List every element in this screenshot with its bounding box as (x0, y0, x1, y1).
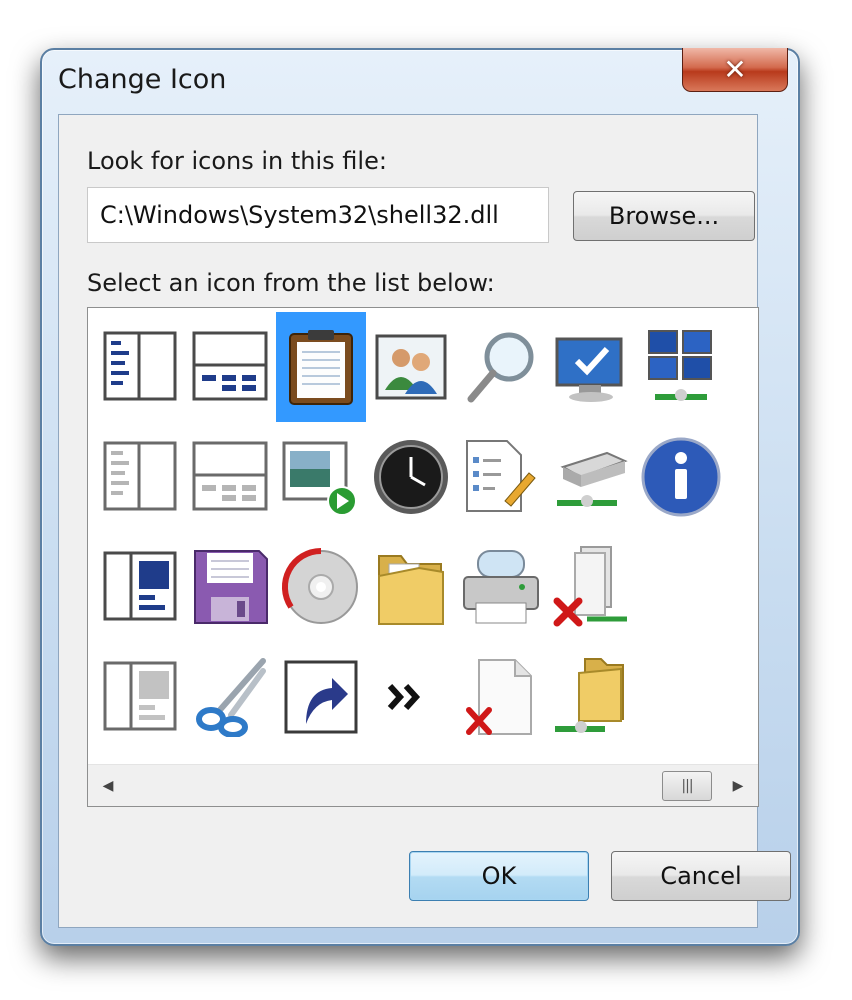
icon-cell[interactable] (186, 312, 276, 422)
computer-check-icon (555, 337, 623, 402)
clock-icon (374, 440, 448, 514)
window-title: Change Icon (58, 64, 227, 95)
change-icon-dialog: Change Icon ✕ Look for icons in this fil… (40, 48, 800, 946)
panel-right-gray-icon (103, 661, 177, 731)
icon-cell[interactable] (276, 642, 366, 752)
icon-cell[interactable] (96, 532, 186, 642)
icon-cell[interactable] (96, 312, 186, 422)
icon-cell[interactable] (366, 532, 456, 642)
panel-left-gray-icon (103, 441, 177, 511)
shortcut-arrow-icon (284, 660, 358, 734)
cd-icon (281, 547, 358, 624)
panel-left-icon (103, 331, 177, 401)
close-button[interactable]: ✕ (682, 48, 788, 92)
icon-cell-selected[interactable] (276, 312, 366, 422)
network-folder-icon (555, 658, 624, 733)
scrollbar-thumb[interactable]: ||| (662, 771, 712, 801)
list-label: Select an icon from the list below: (87, 269, 495, 297)
clipboard-icon (289, 330, 353, 405)
magnifier-icon (467, 332, 534, 403)
icon-cell[interactable] (186, 532, 276, 642)
icon-list[interactable]: ◀ ||| ▶ (87, 307, 759, 807)
icon-cell[interactable] (456, 532, 546, 642)
browse-button[interactable]: Browse... (573, 191, 755, 241)
media-play-icon (282, 441, 357, 516)
cancel-button[interactable]: Cancel (611, 851, 791, 901)
info-icon (641, 437, 721, 517)
icon-cell[interactable] (546, 312, 636, 422)
floppy-disk-icon (194, 550, 268, 624)
icon-cell[interactable] (546, 422, 636, 532)
icon-cell[interactable] (186, 642, 276, 752)
icon-cell-empty (636, 532, 726, 642)
icon-cell[interactable] (546, 642, 636, 752)
icon-cell[interactable] (636, 312, 726, 422)
file-label: Look for icons in this file: (87, 147, 387, 175)
close-icon: ✕ (723, 53, 747, 86)
scroll-right-button[interactable]: ▶ (718, 765, 758, 806)
horizontal-scrollbar[interactable]: ◀ ||| ▶ (88, 764, 758, 806)
users-icon (375, 334, 447, 400)
printer-icon (463, 550, 539, 624)
icon-cell[interactable] (186, 422, 276, 532)
folder-open-icon (378, 555, 444, 625)
ok-button[interactable]: OK (409, 851, 589, 901)
icon-cell-empty (636, 642, 726, 752)
icon-cell[interactable] (456, 642, 546, 752)
icon-cell[interactable] (276, 422, 366, 532)
icon-cell[interactable] (456, 312, 546, 422)
icon-cell[interactable] (636, 422, 726, 532)
dialog-client-area: Look for icons in this file: Browse... S… (58, 114, 791, 928)
arrow-right-icon: ▶ (732, 777, 744, 794)
panel-bottom-icon (192, 331, 268, 401)
icon-cell[interactable] (366, 422, 456, 532)
file-path-input[interactable] (87, 187, 549, 243)
chevron-right-icon (387, 683, 421, 711)
arrow-left-icon: ◀ (102, 777, 114, 794)
scroll-left-button[interactable]: ◀ (88, 765, 128, 806)
icon-cell[interactable] (366, 642, 456, 752)
icon-grid (96, 312, 736, 752)
scissors-icon (196, 658, 266, 737)
icon-cell[interactable] (276, 532, 366, 642)
icon-cell[interactable] (96, 642, 186, 752)
icon-cell[interactable] (96, 422, 186, 532)
grip-icon: ||| (681, 778, 693, 794)
icon-cell[interactable] (456, 422, 546, 532)
deleted-document-icon (466, 659, 532, 735)
panel-bottom-gray-icon (192, 441, 268, 511)
icon-cell[interactable] (546, 532, 636, 642)
network-drive-icon (557, 451, 628, 507)
document-edit-icon (466, 440, 536, 512)
disconnected-drive-icon (553, 546, 627, 627)
network-windows-icon (648, 330, 712, 401)
icon-cell[interactable] (366, 312, 456, 422)
panel-right-blue-icon (103, 551, 177, 621)
